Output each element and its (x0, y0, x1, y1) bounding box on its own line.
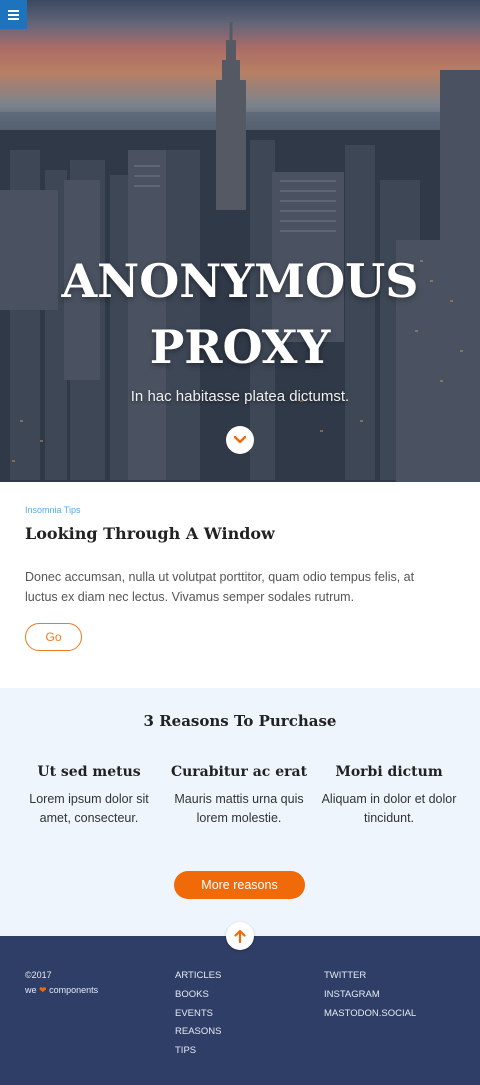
footer-link-twitter[interactable]: TWITTER (324, 967, 416, 986)
article-section: Insomnia Tips Looking Through A Window D… (0, 482, 480, 688)
footer-copyright: ©2017 we ❤ components (25, 968, 98, 998)
article-title: Looking Through A Window (25, 524, 275, 543)
more-reasons-button[interactable]: More reasons (174, 871, 305, 899)
footer-link-events[interactable]: EVENTS (175, 1005, 221, 1024)
reason-text: Lorem ipsum dolor sit amet, consecteur. (29, 792, 149, 825)
hero-title-line2: PROXY (149, 320, 331, 374)
footer-link-mastodon[interactable]: MASTODON.SOCIAL (324, 1005, 416, 1024)
article-body: Donec accumsan, nulla ut volutpat portti… (25, 570, 415, 604)
scroll-up-button[interactable] (226, 922, 254, 950)
reason-item: Morbi dictum Aliquam in dolor et dolor t… (319, 764, 459, 828)
footer-link-reasons[interactable]: REASONS (175, 1023, 221, 1042)
footer-nav-social: TWITTER INSTAGRAM MASTODON.SOCIAL (324, 967, 416, 1023)
hero-title: ANONYMOUS PROXY (0, 248, 480, 380)
menu-button[interactable] (0, 0, 27, 29)
reasons-title: 3 Reasons To Purchase (143, 712, 337, 730)
footer-link-articles[interactable]: ARTICLES (175, 967, 221, 986)
footer-nav-sections: ARTICLES BOOKS EVENTS REASONS TIPS (175, 967, 221, 1061)
chevron-down-icon (233, 435, 247, 444)
article-tag[interactable]: Insomnia Tips (25, 505, 81, 515)
credit-line: we ❤ components (25, 983, 98, 998)
footer: ©2017 we ❤ components ARTICLES BOOKS EVE… (0, 922, 480, 1085)
reason-text: Aliquam in dolor et dolor tincidunt. (321, 792, 457, 825)
reasons-section: 3 Reasons To Purchase Ut sed metus Lorem… (0, 688, 480, 936)
hero-section: ANONYMOUS PROXY In hac habitasse platea … (0, 0, 480, 482)
footer-link-tips[interactable]: TIPS (175, 1042, 221, 1061)
reason-item: Ut sed metus Lorem ipsum dolor sit amet,… (19, 764, 159, 828)
hero-subtitle: In hac habitasse platea dictumst. (130, 388, 350, 405)
scroll-down-button[interactable] (226, 426, 254, 454)
copyright-text: ©2017 (25, 970, 52, 980)
hero-title-line1: ANONYMOUS (61, 254, 419, 308)
go-button[interactable]: Go (25, 623, 82, 651)
reason-item: Curabitur ac erat Mauris mattis urna qui… (169, 764, 309, 828)
reason-heading: Morbi dictum (335, 764, 443, 780)
footer-link-books[interactable]: BOOKS (175, 986, 221, 1005)
arrow-up-icon (234, 929, 246, 943)
reason-heading: Ut sed metus (37, 764, 141, 780)
heart-icon: ❤ (39, 985, 47, 995)
reason-heading: Curabitur ac erat (170, 764, 308, 780)
reason-text: Mauris mattis urna quis lorem molestie. (174, 792, 304, 825)
hamburger-icon (8, 9, 19, 20)
footer-link-instagram[interactable]: INSTAGRAM (324, 986, 416, 1005)
hero-overlay (0, 0, 480, 482)
credit-prefix: we (25, 985, 37, 995)
credit-suffix: components (49, 985, 99, 995)
